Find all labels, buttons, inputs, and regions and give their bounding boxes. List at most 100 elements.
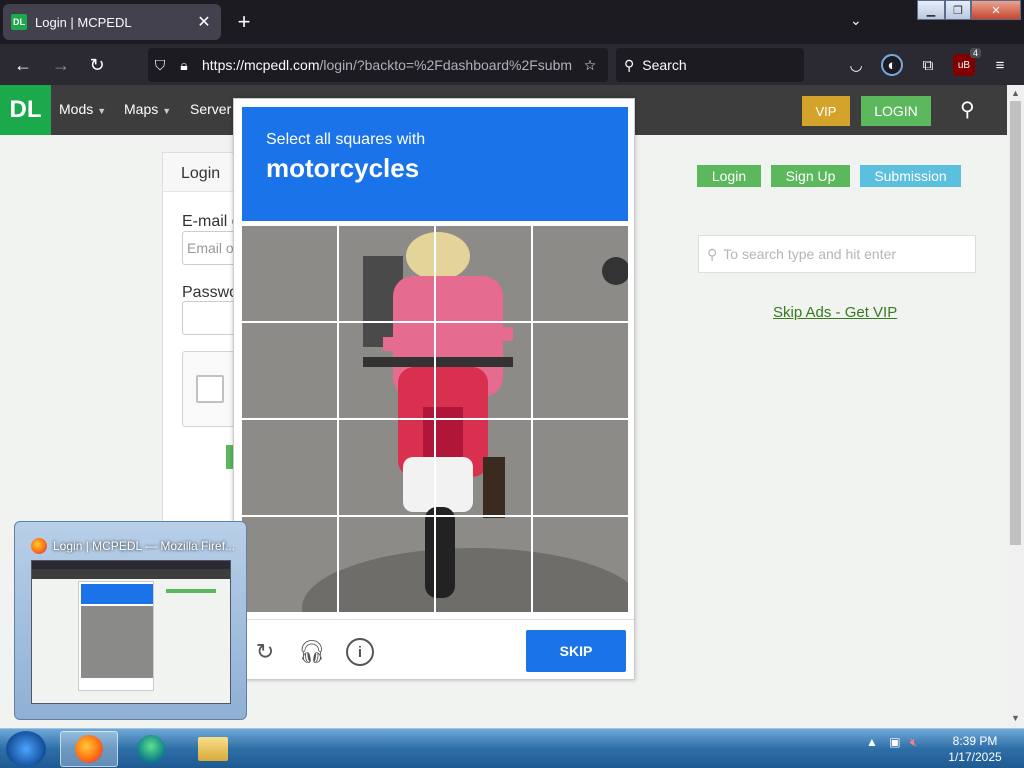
shield-icon[interactable]: ⛉ — [148, 57, 172, 74]
firefox-icon — [75, 735, 103, 763]
preview-thumbnail — [31, 560, 231, 704]
captcha-tile-r2-c3[interactable] — [436, 323, 531, 418]
start-button[interactable] — [6, 731, 46, 767]
folder-icon — [198, 737, 228, 761]
menu-mods[interactable]: Mods ▼ — [59, 101, 106, 117]
menu-mods-label: Mods — [59, 101, 94, 117]
account-icon[interactable]: ◐ — [881, 54, 903, 76]
captcha-tile-r1-c3[interactable] — [436, 226, 531, 321]
maximize-button[interactable]: ❐ — [945, 0, 971, 20]
taskbar-window-preview[interactable]: Login | MCPEDL — Mozilla Firef... — [14, 521, 247, 720]
captcha-tile-r2-c1[interactable] — [242, 323, 337, 418]
pocket-icon[interactable]: ◡ — [845, 54, 867, 76]
windows-taskbar: ▲ ▣ 🔇︎ 8:39 PM 1/17/2025 — [0, 728, 1024, 768]
thumb-captcha — [78, 581, 154, 691]
lock-icon[interactable]: 🔒︎ — [172, 57, 196, 74]
captcha-tile-image — [533, 420, 628, 515]
tray-expand-icon[interactable]: ▲ — [866, 735, 878, 749]
tab-close-icon[interactable]: ✕ — [195, 12, 213, 32]
preview-title-row: Login | MCPEDL — Mozilla Firef... — [31, 538, 241, 554]
captcha-tile-r1-c2[interactable] — [339, 226, 434, 321]
forward-arrow-icon[interactable]: → — [48, 52, 74, 78]
captcha-tile-r2-c4[interactable] — [533, 323, 628, 418]
new-tab-button[interactable]: + — [232, 9, 256, 34]
vip-button[interactable]: VIP — [802, 96, 850, 126]
firefox-icon — [31, 538, 47, 554]
captcha-tile-image — [533, 517, 628, 612]
captcha-tile-r3-c3[interactable] — [436, 420, 531, 515]
captcha-tile-r3-c1[interactable] — [242, 420, 337, 515]
side-search-input[interactable]: ⚲ To search type and hit enter — [698, 235, 976, 273]
header-login-button[interactable]: LOGIN — [861, 96, 931, 126]
back-arrow-icon[interactable]: ← — [10, 52, 36, 78]
volume-muted-icon[interactable]: 🔇︎ — [910, 735, 918, 749]
extensions-icon[interactable]: ⧉ — [917, 54, 939, 76]
captcha-tile-image — [339, 517, 434, 612]
tab-title: Login | MCPEDL — [35, 14, 132, 30]
url-text[interactable]: https://mcpedl.com/login/?backto=%2Fdash… — [202, 57, 578, 73]
skip-ads-link[interactable]: Skip Ads - Get VIP — [773, 304, 897, 321]
captcha-tile-r4-c2[interactable] — [339, 517, 434, 612]
edge-icon — [137, 735, 165, 763]
captcha-tile-r4-c4[interactable] — [533, 517, 628, 612]
browser-search-placeholder: Search — [642, 57, 687, 73]
taskbar-edge[interactable] — [122, 731, 180, 767]
captcha-skip-button[interactable]: SKIP — [526, 630, 626, 672]
side-signup-button[interactable]: Sign Up — [771, 165, 850, 187]
captcha-tile-r4-c1[interactable] — [242, 517, 337, 612]
side-submission-button[interactable]: Submission — [860, 165, 961, 187]
thumb-captcha-image — [81, 606, 153, 678]
captcha-tile-image — [533, 226, 628, 321]
scroll-down-icon[interactable]: ▼ — [1011, 713, 1020, 723]
site-search-icon[interactable]: ⚲ — [960, 97, 975, 122]
taskbar-explorer[interactable] — [184, 731, 242, 767]
thumb-side-buttons — [166, 589, 216, 593]
captcha-tile-image — [339, 323, 434, 418]
captcha-tile-image — [242, 517, 337, 612]
password-label: Passwo — [182, 284, 239, 301]
close-window-button[interactable]: ✕ — [971, 0, 1021, 20]
captcha-challenge: Select all squares with motorcycles ↻ 🎧︎… — [233, 98, 635, 680]
browser-tab-active[interactable]: DL Login | MCPEDL ✕ — [3, 4, 221, 40]
reload-icon[interactable]: ↻ — [84, 52, 110, 78]
site-logo[interactable]: DL — [0, 85, 51, 135]
captcha-tile-r3-c4[interactable] — [533, 420, 628, 515]
menu-maps-label: Maps — [124, 101, 159, 117]
captcha-tile-image — [339, 420, 434, 515]
address-bar[interactable]: ⛉ 🔒︎ https://mcpedl.com/login/?backto=%2… — [148, 48, 608, 82]
menu-maps[interactable]: Maps ▼ — [124, 101, 171, 117]
tab-list-chevron-icon[interactable]: ⌄ — [850, 12, 862, 29]
hamburger-menu-icon[interactable]: ≡ — [989, 54, 1011, 76]
network-icon[interactable]: ▣ — [889, 735, 900, 749]
captcha-tile-image — [436, 323, 531, 418]
scroll-up-icon[interactable]: ▲ — [1011, 88, 1020, 98]
browser-tab-bar: DL Login | MCPEDL ✕ + ⌄ ▁ ❐ ✕ — [0, 0, 1024, 44]
system-clock[interactable]: 8:39 PM 1/17/2025 — [936, 733, 1014, 765]
recaptcha-checkbox[interactable] — [196, 375, 224, 403]
minimize-button[interactable]: ▁ — [917, 0, 945, 20]
headphones-icon[interactable]: 🎧︎ — [298, 638, 326, 666]
menu-server[interactable]: Server — [190, 101, 231, 117]
thumb-browser-bar — [32, 561, 230, 569]
scrollbar-thumb[interactable] — [1010, 101, 1021, 545]
reload-icon[interactable]: ↻ — [251, 638, 279, 666]
captcha-tile-image — [242, 226, 337, 321]
side-login-button[interactable]: Login — [697, 165, 761, 187]
taskbar-firefox[interactable] — [60, 731, 118, 767]
ublock-origin-icon[interactable]: uB 4 — [953, 48, 981, 76]
email-label: E-mail o — [182, 213, 241, 230]
clock-date: 1/17/2025 — [948, 750, 1002, 764]
browser-search-bar[interactable]: ⚲ Search — [616, 48, 804, 82]
info-icon[interactable]: i — [346, 638, 374, 666]
bookmark-star-icon[interactable]: ☆ — [578, 57, 602, 74]
captcha-target: motorcycles — [266, 153, 420, 183]
captcha-tile-r1-c1[interactable] — [242, 226, 337, 321]
captcha-tile-r4-c3[interactable] — [436, 517, 531, 612]
captcha-tile-r2-c2[interactable] — [339, 323, 434, 418]
captcha-tile-r3-c2[interactable] — [339, 420, 434, 515]
site-favicon-icon: DL — [11, 14, 27, 30]
page-scrollbar[interactable]: ▲ ▼ — [1007, 85, 1024, 728]
browser-nav-bar: ← → ↻ ⛉ 🔒︎ https://mcpedl.com/login/?bac… — [0, 44, 1024, 85]
captcha-tile-r1-c4[interactable] — [533, 226, 628, 321]
window-controls: ▁ ❐ ✕ — [917, 0, 1021, 20]
